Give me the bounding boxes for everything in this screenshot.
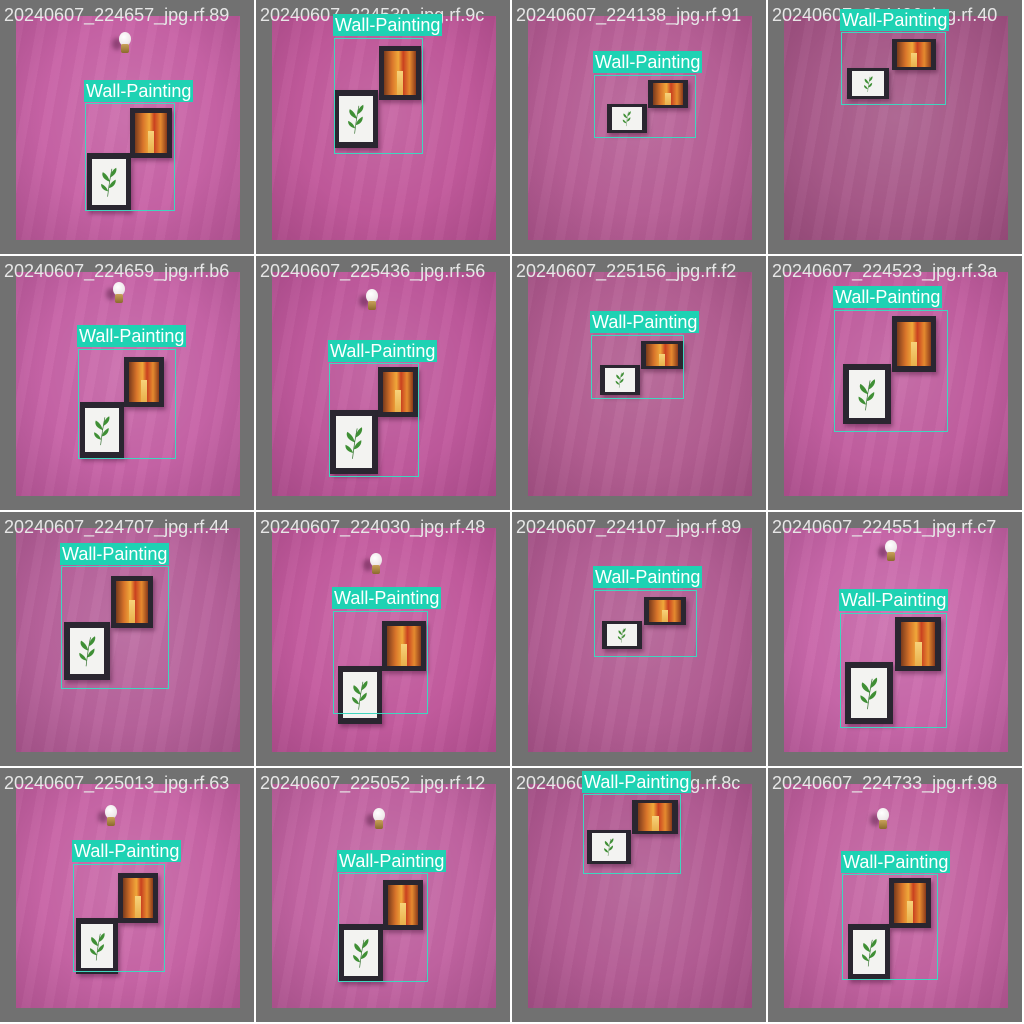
detection-box [334,38,423,154]
detection-label: Wall-Painting [333,14,443,36]
light-bulb-icon [878,540,898,562]
light-bulb-icon [363,553,383,575]
image-mosaic: 20240607_224657_jpg.rf.89Wall-Painting20… [0,0,1024,1024]
detection-box [594,590,697,657]
mosaic-tile: 20240607_224551_jpg.rf.c7 Wall-Painting [768,512,1022,766]
tile-filename: 20240607_224659_jpg.rf.b6 [4,261,230,281]
detection-label: Wall-Painting [839,589,949,611]
detection-box [85,103,175,211]
mosaic-tile: 20240607_224733_jpg.rf.98 Wall-Painting [768,768,1022,1022]
detection-label: Wall-Painting [582,771,692,793]
detection-box [841,32,946,105]
tile-filename: 20240607_224657_jpg.rf.89 [4,5,230,25]
tile-filename: 20240607_224030_jpg.rf.48 [260,517,486,537]
detection-box [78,349,176,459]
tile-filename: 20240607_224733_jpg.rf.98 [772,773,998,793]
tile-filename: 20240607_225156_jpg.rf.f2 [516,261,737,281]
mosaic-tile: 20240607_224138_jpg.rf.91 Wall-Painting [512,0,766,254]
mosaic-tile: 20240607_225156_jpg.rf.f2 Wall-Painting [512,256,766,510]
detection-box [329,363,419,477]
tile-filename: 20240607_224138_jpg.rf.91 [516,5,742,25]
tile-filename: 20240607_225436_jpg.rf.56 [260,261,486,281]
detection-label: Wall-Painting [77,325,187,347]
tile-filename: 20240607_225052_jpg.rf.12 [260,773,486,793]
mosaic-tile: 20240607_224107_jpg.rf.89 Wall-Painting [512,512,766,766]
detection-box [842,874,938,980]
tile-filename: 20240607_224551_jpg.rf.c7 [772,517,997,537]
detection-label: Wall-Painting [328,340,438,362]
detection-box [73,864,165,972]
detection-label: Wall-Painting [840,9,950,31]
detection-box [583,794,681,874]
detection-label: Wall-Painting [72,840,182,862]
light-bulb-icon [106,282,126,304]
detection-box [591,335,684,399]
light-bulb-icon [98,805,118,827]
detection-box [61,566,169,689]
detection-label: Wall-Painting [593,51,703,73]
mosaic-tile: 20240607_225436_jpg.rf.56 Wall-Painting [256,256,510,510]
detection-label: Wall-Painting [60,543,170,565]
detection-box [840,613,947,728]
mosaic-tile: 20240607_224106_jpg.rf.8cWall-Painting [512,768,766,1022]
detection-label: Wall-Painting [84,80,194,102]
tile-filename: 20240607_224107_jpg.rf.89 [516,517,742,537]
detection-label: Wall-Painting [841,851,951,873]
detection-box [338,873,428,982]
detection-label: Wall-Painting [593,566,703,588]
mosaic-tile: 20240607_224523_jpg.rf.3a Wall-Painting [768,256,1022,510]
detection-label: Wall-Painting [833,286,943,308]
mosaic-tile: 20240607_224657_jpg.rf.89 Wall-Painting [0,0,254,254]
light-bulb-icon [366,808,386,830]
mosaic-tile: 20240607_224530_jpg.rf.9cWall-Painting [256,0,510,254]
detection-label: Wall-Painting [332,587,442,609]
tile-filename: 20240607_224707_jpg.rf.44 [4,517,230,537]
mosaic-tile: 20240607_225052_jpg.rf.12 Wall-Painting [256,768,510,1022]
detection-box [834,310,948,432]
mosaic-tile: 20240607_224406_jpg.rf.40Wall-Painting [768,0,1022,254]
detection-label: Wall-Painting [337,850,447,872]
detection-box [594,75,696,138]
tile-filename: 20240607_225013_jpg.rf.63 [4,773,230,793]
mosaic-tile: 20240607_224030_jpg.rf.48 Wall-Painting [256,512,510,766]
light-bulb-icon [112,32,132,54]
mosaic-tile: 20240607_225013_jpg.rf.63 Wall-Painting [0,768,254,1022]
light-bulb-icon [359,289,379,311]
detection-label: Wall-Painting [590,311,700,333]
detection-box [333,611,428,714]
light-bulb-icon [870,808,890,830]
mosaic-tile: 20240607_224707_jpg.rf.44 Wall-Painting [0,512,254,766]
mosaic-tile: 20240607_224659_jpg.rf.b6 Wall-Painting [0,256,254,510]
tile-filename: 20240607_224523_jpg.rf.3a [772,261,998,281]
